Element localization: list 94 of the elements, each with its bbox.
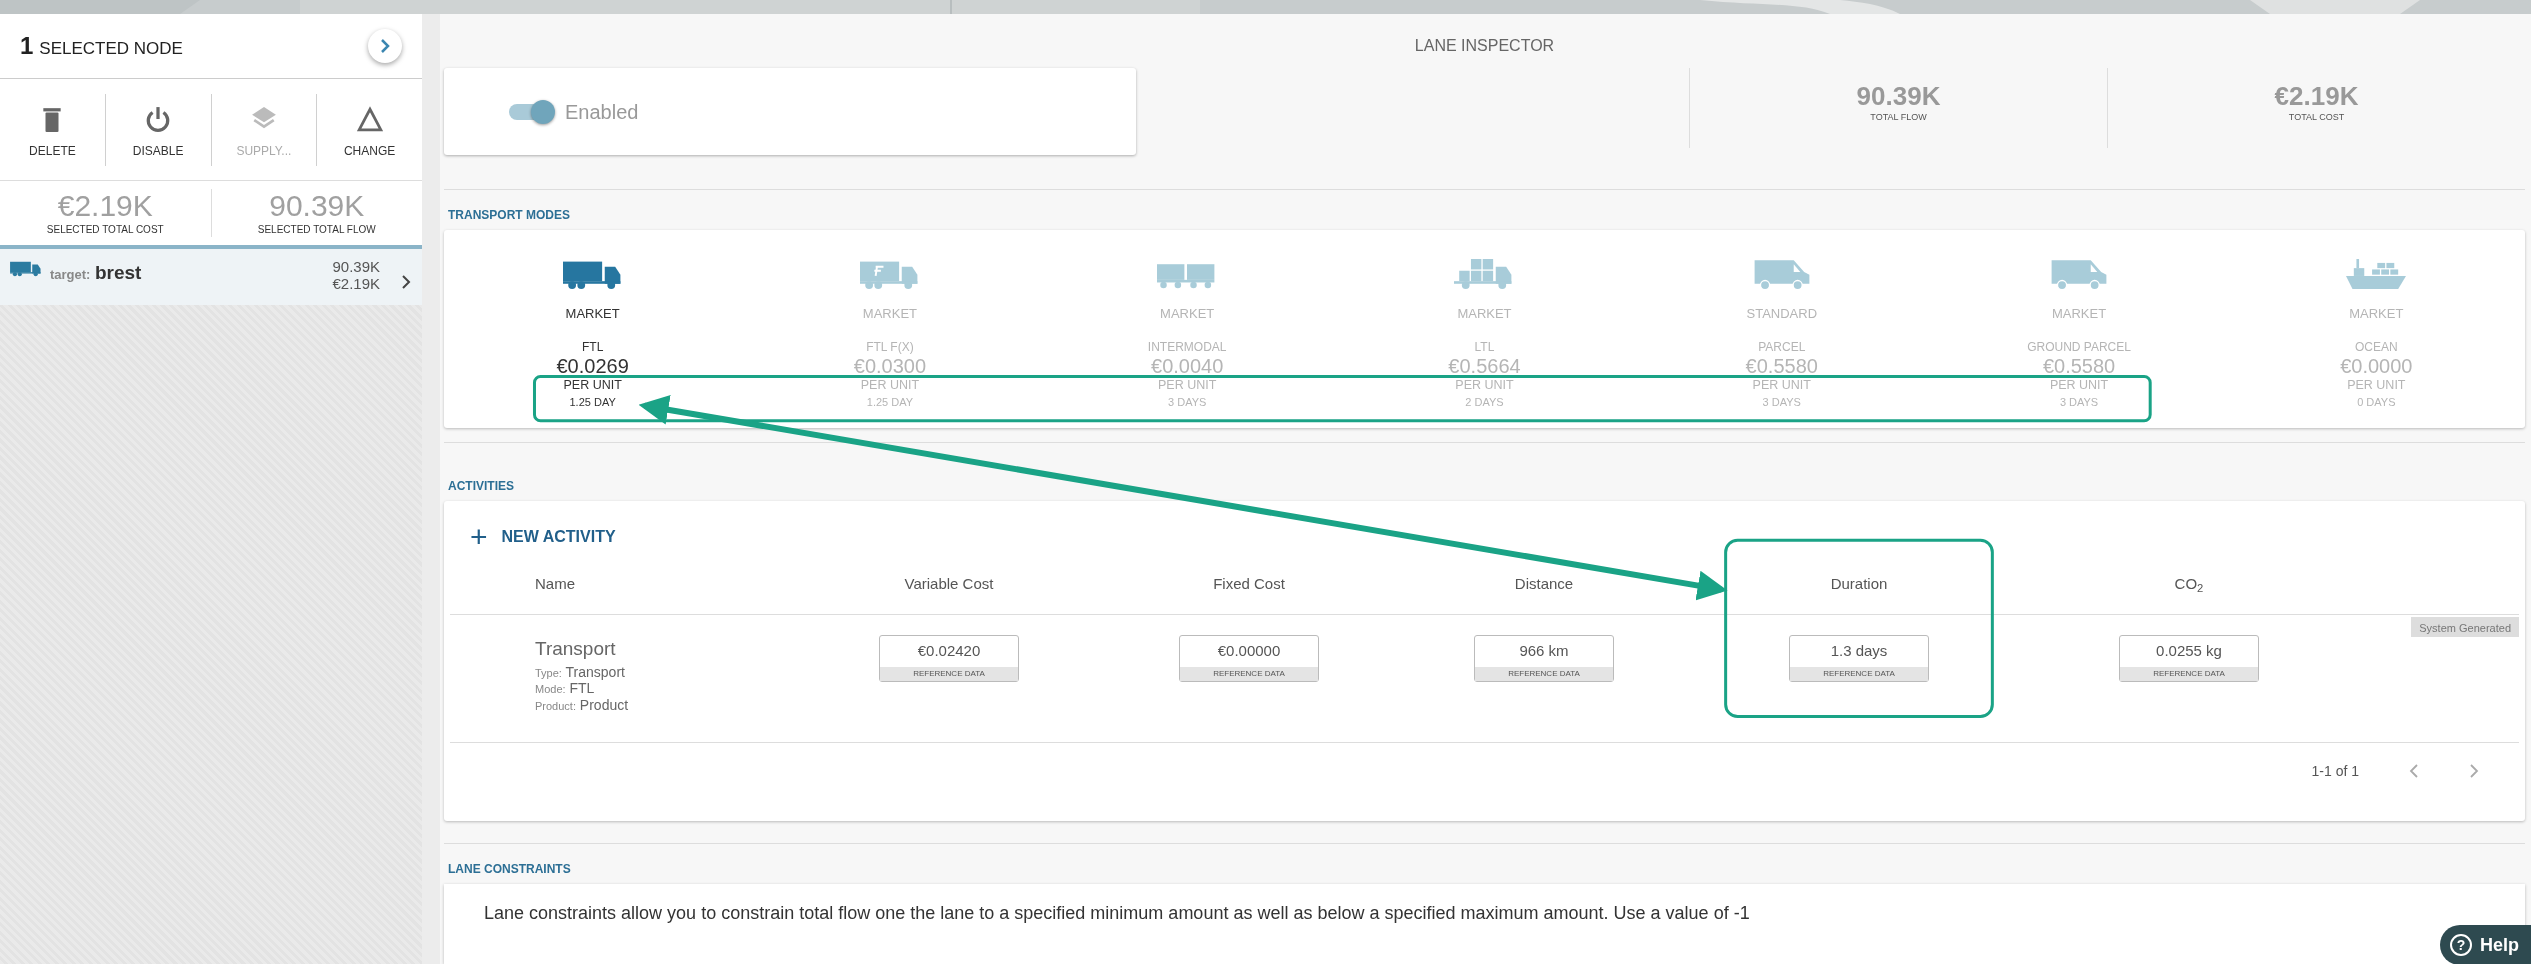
expand-button[interactable] <box>368 29 402 63</box>
column-header: Name <box>535 575 575 593</box>
stat-value: 90.39K <box>268 189 366 222</box>
mode-price: €0.5580 <box>1745 355 1818 376</box>
lane-name: brest <box>94 262 142 283</box>
value-field[interactable]: 966 km REFERENCE DATA <box>1474 635 1614 682</box>
mode-category: STANDARD <box>1746 305 1818 323</box>
toggle-label: Enabled <box>565 99 639 125</box>
mode-category: MARKET <box>565 305 620 323</box>
total-value: 90.39K <box>1855 82 1942 111</box>
column-header: Fixed Cost <box>1213 575 1285 593</box>
value-field[interactable]: 1.3 days REFERENCE DATA <box>1789 635 1929 682</box>
chevron-left-icon[interactable] <box>2409 763 2419 779</box>
triangle-icon <box>356 105 383 132</box>
lane-prefix: target: <box>50 267 91 282</box>
source-label: REFERENCE DATA <box>1180 666 1318 681</box>
mode-duration: 3 DAYS <box>1168 395 1207 411</box>
activity-name: Transport <box>535 637 617 661</box>
chevron-right-icon <box>400 272 412 291</box>
new-activity-button[interactable]: + NEW ACTIVITY <box>450 501 616 549</box>
system-generated-tag: System Generated <box>2411 617 2519 637</box>
value-field[interactable]: €0.02420 REFERENCE DATA <box>879 635 1019 682</box>
mode-price: €0.5664 <box>1448 355 1521 376</box>
mode-name: FTL F(X) <box>866 338 914 356</box>
column-header: CO$_{2}$ <box>2174 575 2204 593</box>
lane-cost: €2.19K <box>332 275 380 292</box>
help-icon: ? <box>2450 934 2472 956</box>
mode-name: FTL <box>581 338 604 356</box>
mode-duration: 0 DAYS <box>2357 395 2396 411</box>
mode-duration: 2 DAYS <box>1465 395 1504 411</box>
section-title: LANE CONSTRAINTS <box>448 861 572 878</box>
column-header: Variable Cost <box>904 575 994 593</box>
mode-unit: PER UNIT <box>2049 376 2109 394</box>
column-header: Distance <box>1514 575 1574 593</box>
mode-name: PARCEL <box>1758 338 1806 356</box>
section-title: TRANSPORT MODES <box>448 207 571 224</box>
mode-option[interactable]: MARKET FTL €0.0269 PER UNIT 1.25 DAY <box>444 256 742 428</box>
lane-flow: 90.39K <box>332 259 380 276</box>
mode-duration: 3 DAYS <box>1762 395 1801 411</box>
mode-duration: 1.25 DAY <box>569 395 616 411</box>
mode-price: €0.0269 <box>556 355 629 376</box>
truck-icon <box>10 259 42 277</box>
selection-count: 1 <box>20 32 34 59</box>
chevron-right-icon[interactable] <box>2469 763 2479 779</box>
column-header: Duration <box>1830 575 1888 593</box>
source-label: REFERENCE DATA <box>1475 666 1613 681</box>
power-icon <box>145 105 172 132</box>
mode-duration: 1.25 DAY <box>866 395 914 411</box>
value-field[interactable]: €0.00000 REFERENCE DATA <box>1179 635 1319 682</box>
help-button[interactable]: ? Help <box>2440 925 2531 964</box>
mode-price: €0.5580 <box>2042 355 2116 376</box>
mode-unit: PER UNIT <box>860 376 920 394</box>
source-label: REFERENCE DATA <box>880 666 1018 681</box>
mode-category: MARKET <box>1457 305 1512 323</box>
mode-name: LTL <box>1474 338 1495 356</box>
mode-price: €0.0000 <box>2340 355 2413 376</box>
value-field[interactable]: 0.0255 kg REFERENCE DATA <box>2119 635 2259 682</box>
total-label: TOTAL FLOW <box>1869 110 1928 124</box>
mode-category: MARKET <box>2051 305 2107 323</box>
lane-row[interactable]: target: brest 90.39K €2.19K <box>0 249 422 305</box>
activity-detail: Product: Product <box>535 697 630 714</box>
mode-name: OCEAN <box>2355 338 2398 356</box>
constraints-description: Lane constraints allow you to constrain total flow one the lane to a specified minimum amount as well as below a specified maximum amount. Use a value of -1 <box>484 903 1750 923</box>
mode-price: €0.0040 <box>1151 355 1224 376</box>
action-button[interactable]: DELETE <box>0 93 106 166</box>
pagination-text: 1-1 of 1 <box>2311 761 2359 781</box>
activity-detail: Type: Transport <box>535 663 626 681</box>
chevron-right-icon <box>379 38 391 54</box>
stat-value: €2.19K <box>56 189 154 222</box>
source-label: REFERENCE DATA <box>2120 666 2258 681</box>
action-button[interactable]: CHANGE <box>317 93 422 166</box>
stat-label: SELECTED TOTAL COST <box>45 223 165 237</box>
action-button[interactable]: DISABLE <box>105 93 212 166</box>
mode-category: MARKET <box>1160 305 1215 323</box>
source-label: REFERENCE DATA <box>1790 666 1928 681</box>
mode-category: MARKET <box>862 305 917 323</box>
mode-unit: PER UNIT <box>1158 376 1217 394</box>
mode-unit: PER UNIT <box>1752 376 1811 394</box>
section-title: ACTIVITIES <box>448 478 515 495</box>
mode-duration: 3 DAYS <box>2059 395 2099 411</box>
mode-unit: PER UNIT <box>1455 376 1514 394</box>
stat-label: SELECTED TOTAL FLOW <box>256 223 377 237</box>
activity-detail: Mode: FTL <box>535 680 596 698</box>
total-label: TOTAL COST <box>2287 110 2346 124</box>
mode-name: INTERMODAL <box>1147 338 1227 356</box>
total-value: €2.19K <box>2273 82 2360 111</box>
mode-price: €0.0300 <box>853 355 927 376</box>
ship-icon <box>2346 256 2407 292</box>
inspector-title: LANE INSPECTOR <box>1413 36 1556 56</box>
mode-unit: PER UNIT <box>563 376 622 394</box>
panel-title: SELECTED NODE <box>39 39 183 58</box>
mode-unit: PER UNIT <box>2347 376 2406 394</box>
mode-name: GROUND PARCEL <box>2027 338 2131 356</box>
mode-category: MARKET <box>2349 305 2404 323</box>
